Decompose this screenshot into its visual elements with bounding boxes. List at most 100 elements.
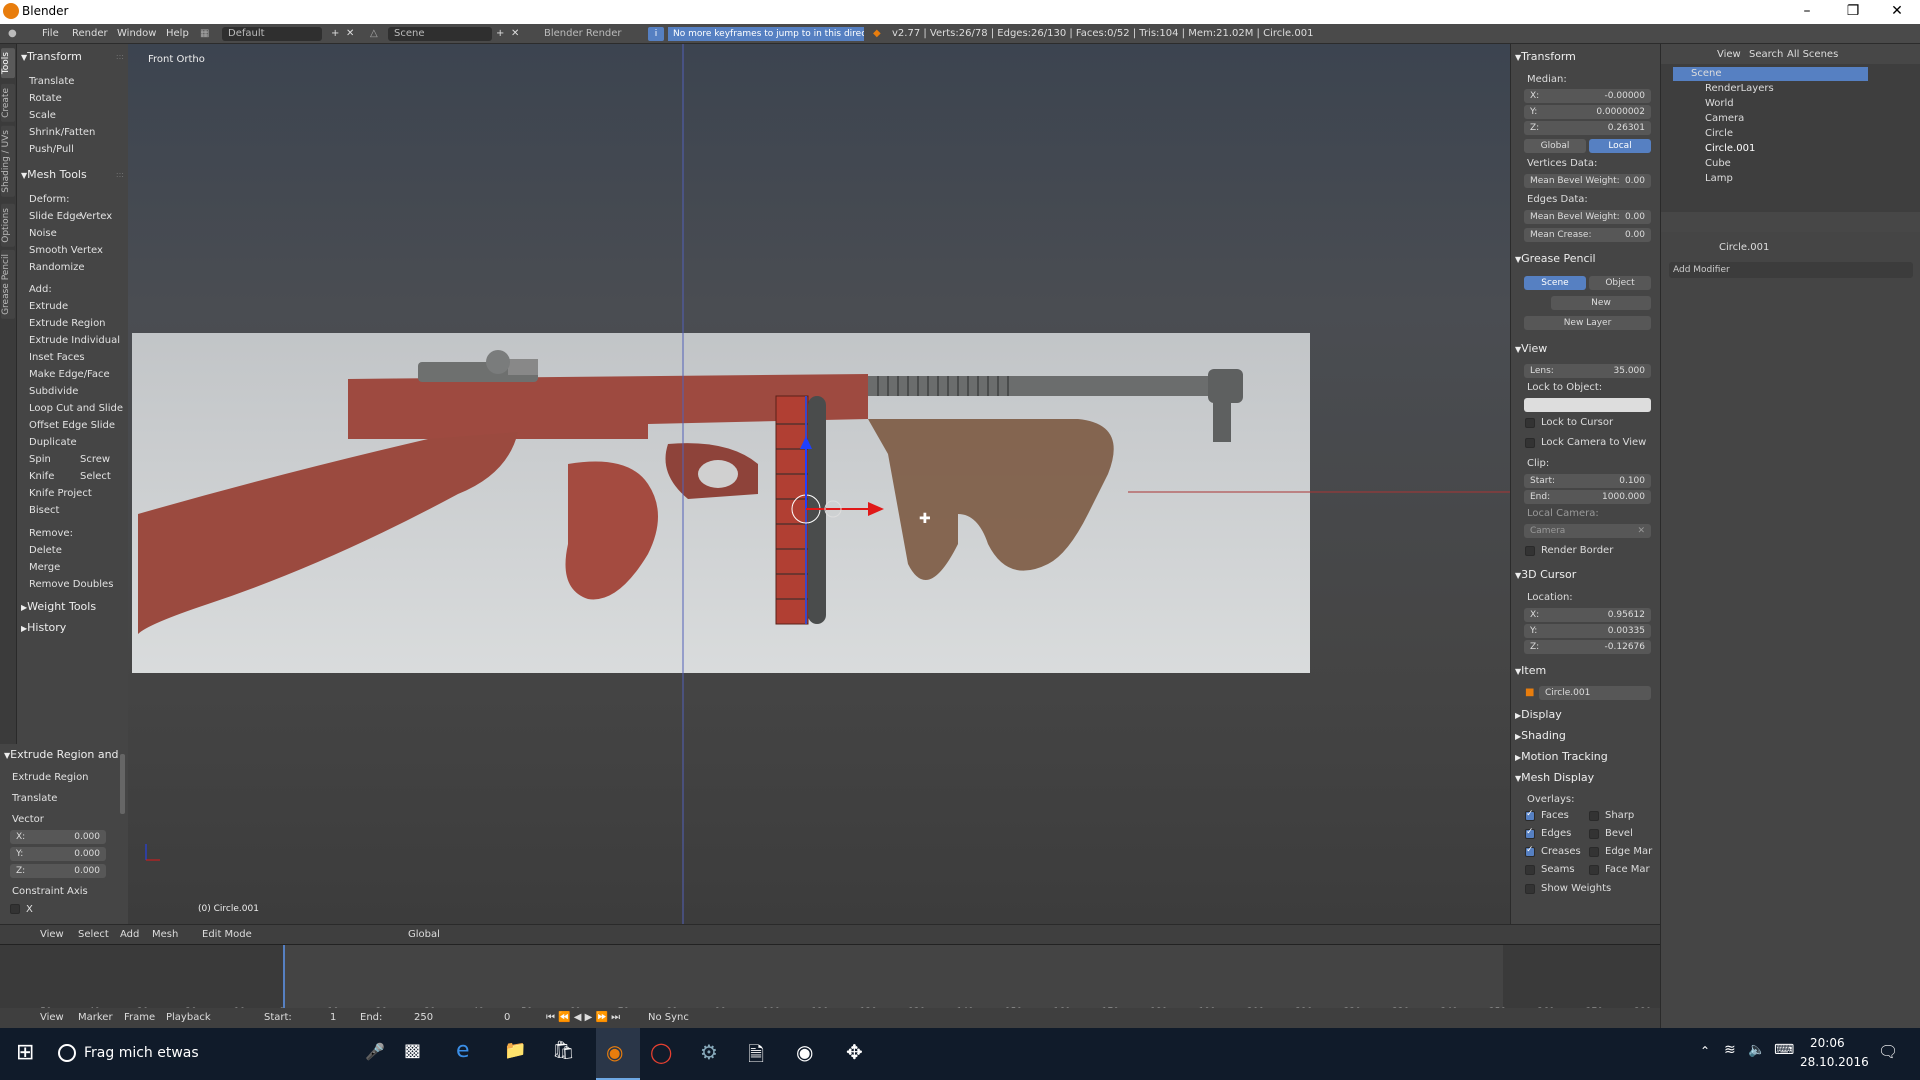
tool-extrude-region[interactable]: Extrude Region [29, 318, 106, 329]
unity-icon[interactable]: ✥ [846, 1040, 863, 1064]
editor-type-icon[interactable]: ● [8, 28, 17, 39]
tool-translate[interactable]: Translate [29, 76, 74, 87]
menu-file[interactable]: File [42, 28, 59, 39]
tool-rotate[interactable]: Rotate [29, 93, 62, 104]
shading-header[interactable]: Shading [1515, 729, 1566, 742]
tl-playback-menu[interactable]: Playback [166, 1012, 211, 1023]
tl-marker-menu[interactable]: Marker [78, 1012, 113, 1023]
tab-shading-uvs[interactable]: Shading / UVs [1, 126, 15, 197]
outliner-lamp[interactable]: Lamp [1705, 173, 1733, 184]
tab-grease-pencil[interactable]: Grease Pencil [1, 250, 15, 319]
gp-new-layer-button[interactable]: New Layer [1524, 316, 1651, 330]
view-header[interactable]: View [1515, 342, 1547, 355]
tab-tools[interactable]: Tools [1, 48, 15, 79]
sharp-checkbox[interactable] [1589, 811, 1599, 821]
file-explorer-icon[interactable]: 📁 [504, 1040, 526, 1061]
app-icon[interactable]: ◉ [796, 1040, 813, 1064]
panel-mesh-tools-header[interactable]: Mesh Tools [21, 168, 87, 181]
chrome-icon[interactable]: ◯ [650, 1040, 672, 1064]
clock-time[interactable]: 20:06 [1810, 1036, 1845, 1050]
constraint-x-checkbox[interactable] [10, 904, 20, 914]
maximize-button[interactable]: ❐ [1830, 0, 1876, 24]
vector-x-field[interactable]: X: 0.000 [10, 830, 106, 844]
start-icon[interactable]: ⊞ [16, 1040, 34, 1065]
outliner-renderlayers[interactable]: RenderLayers [1705, 83, 1774, 94]
menu-window[interactable]: Window [117, 28, 156, 39]
tl-frame-menu[interactable]: Frame [124, 1012, 155, 1023]
tool-noise[interactable]: Noise [29, 228, 57, 239]
outliner-world[interactable]: World [1705, 98, 1734, 109]
menu-render[interactable]: Render [72, 28, 108, 39]
lock-to-cursor-checkbox[interactable] [1525, 418, 1535, 428]
operator-header[interactable]: Extrude Region and [4, 748, 118, 761]
outliner-circle[interactable]: Circle [1705, 128, 1733, 139]
sync-select[interactable]: No Sync [648, 1012, 689, 1023]
mode-select[interactable]: Edit Mode [202, 929, 252, 940]
tool-spin[interactable]: Spin [29, 454, 51, 465]
edge-icon[interactable]: e [456, 1038, 470, 1063]
tool-push-pull[interactable]: Push/Pull [29, 144, 74, 155]
tool-slide-edge[interactable]: Slide Edge [29, 211, 82, 222]
frame-cursor[interactable] [283, 945, 285, 1009]
store-icon[interactable]: 🛍 [552, 1040, 575, 1061]
cursor-y-field[interactable]: Y: 0.00335 [1524, 624, 1651, 638]
vector-z-field[interactable]: Z: 0.000 [10, 864, 106, 878]
tool-subdivide[interactable]: Subdivide [29, 386, 78, 397]
tool-slide-vertex[interactable]: Vertex [80, 211, 112, 222]
scene-field[interactable]: Scene [388, 27, 492, 41]
outliner-camera[interactable]: Camera [1705, 113, 1744, 124]
panel-grip-icon[interactable]: ::: [116, 52, 124, 61]
add-modifier-button[interactable]: Add Modifier [1669, 262, 1913, 278]
seams-checkbox[interactable] [1525, 865, 1535, 875]
bevel-checkbox[interactable] [1589, 829, 1599, 839]
outliner-filter-select[interactable]: All Scenes [1787, 49, 1838, 60]
tool-extrude[interactable]: Extrude [29, 301, 68, 312]
tool-screw[interactable]: Screw [80, 454, 110, 465]
tool-extrude-individual[interactable]: Extrude Individual [29, 335, 120, 346]
tool-shrink-fatten[interactable]: Shrink/Fatten [29, 127, 95, 138]
lock-object-field[interactable] [1524, 398, 1651, 412]
show-weights-checkbox[interactable] [1525, 884, 1535, 894]
lock-camera-checkbox[interactable] [1525, 438, 1535, 448]
end-value[interactable]: 250 [414, 1012, 433, 1023]
local-toggle[interactable]: Local [1589, 139, 1651, 153]
minimize-button[interactable]: – [1784, 0, 1830, 24]
tab-create[interactable]: Create [1, 84, 15, 122]
faces-checkbox[interactable] [1525, 809, 1535, 821]
scrollbar[interactable] [120, 754, 125, 814]
playback-controls[interactable]: ⏮ ⏪ ◀ ▶ ⏩ ⏭ [546, 1012, 620, 1023]
median-z-field[interactable]: Z: 0.26301 [1524, 121, 1651, 135]
npanel-transform-header[interactable]: Transform [1515, 50, 1576, 63]
outliner-circle-001[interactable]: Circle.001 [1705, 143, 1755, 154]
gp-scene-toggle[interactable]: Scene [1524, 276, 1586, 290]
gp-object-toggle[interactable]: Object [1589, 276, 1651, 290]
add-scene-icon[interactable]: + [496, 28, 504, 39]
tl-view-menu[interactable]: View [40, 1012, 64, 1023]
3d-viewport[interactable]: Front Ortho ✚ (0) Circle.001 [128, 44, 1510, 924]
median-y-field[interactable]: Y: 0.0000002 [1524, 105, 1651, 119]
keyboard-icon[interactable]: ⌨ [1774, 1042, 1794, 1058]
item-name-field[interactable]: Circle.001 [1539, 686, 1651, 700]
item-header[interactable]: Item [1515, 664, 1546, 677]
task-view-icon[interactable]: ▩ [404, 1040, 421, 1061]
local-camera-field[interactable]: Camera ✕ [1524, 524, 1651, 538]
panel-history-header[interactable]: History [21, 621, 66, 634]
panel-grip-icon[interactable]: ::: [116, 170, 124, 179]
tool-smooth-vertex[interactable]: Smooth Vertex [29, 245, 103, 256]
tool-knife-project[interactable]: Knife Project [29, 488, 92, 499]
edge-bevel-weight-field[interactable]: Mean Bevel Weight: 0.00 [1524, 210, 1651, 224]
panel-weight-tools-header[interactable]: Weight Tools [21, 600, 96, 613]
document-icon[interactable]: 🗎 [748, 1040, 764, 1074]
add-layout-icon[interactable]: + [331, 28, 339, 39]
tool-inset-faces[interactable]: Inset Faces [29, 352, 85, 363]
tab-options[interactable]: Options [1, 204, 15, 247]
remove-layout-icon[interactable]: ✕ [346, 28, 354, 39]
network-icon[interactable]: ≋ [1724, 1042, 1736, 1058]
tool-loop-cut[interactable]: Loop Cut and Slide [29, 403, 123, 414]
median-x-field[interactable]: X: -0.00000 [1524, 89, 1651, 103]
header-mesh-menu[interactable]: Mesh [152, 929, 178, 940]
tool-randomize[interactable]: Randomize [29, 262, 85, 273]
viewport-canvas[interactable]: ✚ [128, 44, 1510, 924]
cursor-z-field[interactable]: Z: -0.12676 [1524, 640, 1651, 654]
tool-remove-doubles[interactable]: Remove Doubles [29, 579, 113, 590]
